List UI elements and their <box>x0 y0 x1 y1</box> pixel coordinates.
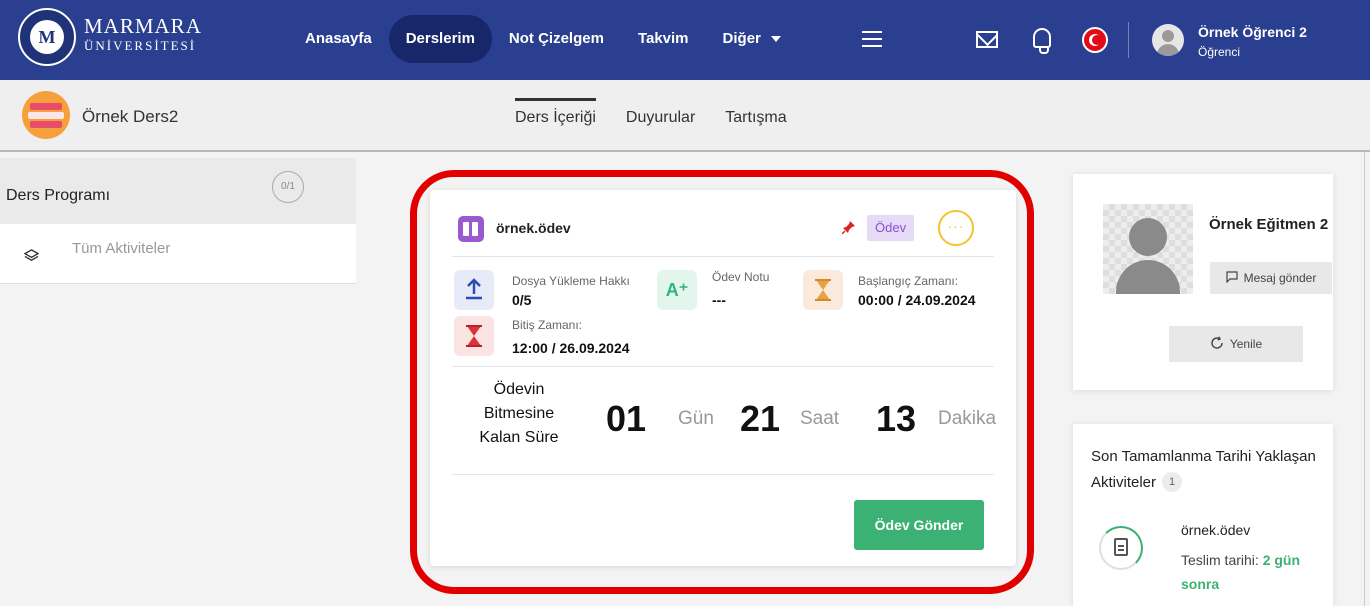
refresh-icon <box>1211 336 1223 349</box>
remaining-label-line: Ödevin <box>493 381 545 398</box>
divider <box>452 256 994 257</box>
brand-line-2: ÜNİVERSİTESİ <box>84 38 197 53</box>
countdown-minutes-unit: Dakika <box>938 408 997 429</box>
due-prefix: Teslim tarihi: <box>1181 552 1259 568</box>
countdown-days-unit: Gün <box>678 408 714 429</box>
user-name[interactable]: Örnek Öğrenci 2 <box>1198 24 1307 40</box>
more-options-button[interactable]: ··· <box>938 210 974 246</box>
remaining-time-label: Ödevin Bitmesine Kalan Süre <box>464 378 574 450</box>
layers-icon <box>24 249 39 261</box>
navbar-divider <box>1128 22 1129 58</box>
user-avatar[interactable] <box>1152 24 1184 56</box>
upload-value: 0/5 <box>512 292 532 308</box>
remaining-label-line: Kalan Süre <box>479 429 559 446</box>
chevron-down-icon <box>770 36 781 43</box>
scroll-edge <box>1364 152 1365 606</box>
countdown-minutes: 13 <box>876 398 917 439</box>
turkish-flag-language-icon[interactable] <box>1082 27 1108 53</box>
assignment-title[interactable]: örnek.ödev <box>496 220 571 236</box>
progress-count-badge: 0/1 <box>272 171 304 203</box>
refresh-button[interactable]: Yenile <box>1169 326 1303 362</box>
course-header: Örnek Ders2 Ders İçeriği Duyurular Tartı… <box>0 80 1370 152</box>
upcoming-activities-card: Son Tamamlanma Tarihi Yaklaşan Aktivitel… <box>1073 424 1333 606</box>
sidebar-header[interactable]: Ders Programı 0/1 <box>0 158 356 224</box>
logo-mark: M <box>30 20 64 54</box>
main-nav: Anasayfa Derslerim Not Çizelgem Takvim D… <box>288 15 798 63</box>
course-tabs: Ders İçeriği Duyurular Tartışma <box>500 80 802 152</box>
start-label: Başlangıç Zamanı: <box>858 274 959 288</box>
grade-value: --- <box>712 292 726 308</box>
countdown-hours-unit: Saat <box>800 408 840 429</box>
send-message-label: Mesaj gönder <box>1243 271 1317 285</box>
end-value: 12:00 / 26.09.2024 <box>512 340 630 356</box>
message-icon <box>1226 271 1238 284</box>
submit-assignment-button[interactable]: Ödev Gönder <box>854 500 984 550</box>
upcoming-item-due: Teslim tarihi: 2 gün sonra <box>1181 548 1321 596</box>
course-title: Örnek Ders2 <box>82 107 179 126</box>
upcoming-count-badge: 1 <box>1162 472 1183 492</box>
nav-my-courses[interactable]: Derslerim <box>388 15 492 63</box>
bell-icon[interactable] <box>1033 28 1051 54</box>
end-label: Bitiş Zamanı: <box>512 318 583 332</box>
instructor-name: Örnek Eğitmen 2 <box>1209 216 1329 233</box>
top-navbar: M MARMARA ÜNİVERSİTESİ Anasayfa Dersleri… <box>0 0 1370 80</box>
countdown-hours: 21 <box>740 398 781 439</box>
tab-announcements[interactable]: Duyurular <box>611 80 710 152</box>
grade-label: Ödev Notu <box>712 270 770 284</box>
upload-icon <box>454 270 494 310</box>
upcoming-title-text: Son Tamamlanma Tarihi Yaklaşan Aktivitel… <box>1091 448 1316 491</box>
divider <box>452 474 994 475</box>
countdown-days: 01 <box>606 398 647 439</box>
grade-icon: A⁺ <box>657 270 697 310</box>
tab-discussion[interactable]: Tartışma <box>710 80 801 152</box>
hourglass-start-icon <box>803 270 843 310</box>
book-stripe <box>30 103 62 110</box>
remaining-label-line: Bitmesine <box>483 405 555 422</box>
divider <box>452 366 994 367</box>
book-icon <box>458 216 484 242</box>
hamburger-menu-icon[interactable] <box>862 31 882 47</box>
course-sidebar: Ders Programı 0/1 Tüm Aktiviteler <box>0 158 356 284</box>
assignment-progress-icon <box>1099 526 1143 570</box>
mail-icon[interactable] <box>976 31 998 48</box>
upcoming-item-name[interactable]: örnek.ödev <box>1181 522 1250 538</box>
clipboard-icon <box>1114 538 1128 556</box>
start-value: 00:00 / 24.09.2024 <box>858 292 976 308</box>
university-logo-icon[interactable]: M <box>18 8 76 66</box>
brand-name[interactable]: MARMARA ÜNİVERSİTESİ <box>84 14 202 53</box>
nav-other-dropdown[interactable]: Diğer <box>706 15 798 63</box>
user-role: Öğrenci <box>1198 45 1241 59</box>
nav-home[interactable]: Anasayfa <box>288 15 389 63</box>
pin-icon[interactable] <box>842 220 856 234</box>
book-stripe <box>28 112 64 119</box>
sidebar-title: Ders Programı <box>6 187 111 204</box>
instructor-avatar <box>1103 204 1193 294</box>
course-books-icon <box>22 91 70 139</box>
nav-calendar[interactable]: Takvim <box>621 15 706 63</box>
assignment-card: örnek.ödev Ödev ··· Dosya Yükleme Hakkı … <box>430 190 1016 566</box>
type-badge: Ödev <box>867 215 915 241</box>
nav-grades[interactable]: Not Çizelgem <box>492 15 621 63</box>
send-message-button[interactable]: Mesaj gönder <box>1210 262 1332 294</box>
upcoming-title: Son Tamamlanma Tarihi Yaklaşan Aktivitel… <box>1091 444 1321 496</box>
sidebar-item-all-activities[interactable]: Tüm Aktiviteler <box>72 240 170 257</box>
brand-line-1: MARMARA <box>84 14 202 38</box>
hourglass-end-icon <box>454 316 494 356</box>
refresh-label: Yenile <box>1229 337 1263 351</box>
book-stripe <box>30 121 62 128</box>
instructor-card: Örnek Eğitmen 2 Mesaj gönder Yenile <box>1073 174 1333 390</box>
tab-course-content[interactable]: Ders İçeriği <box>500 80 611 152</box>
upload-label: Dosya Yükleme Hakkı <box>512 274 630 288</box>
nav-other-label: Diğer <box>722 30 761 47</box>
